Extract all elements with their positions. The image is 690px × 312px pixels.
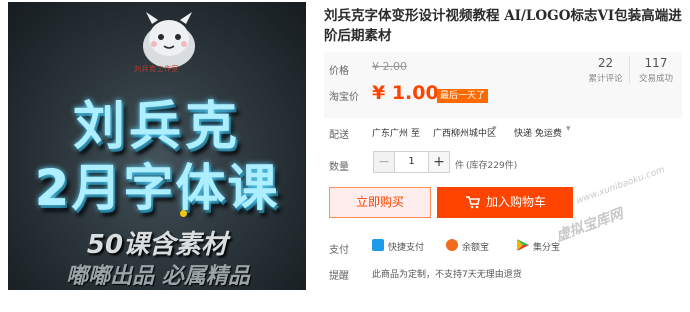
reviews-caption: 累计评论 xyxy=(588,74,623,84)
quantity-unit: 件 xyxy=(455,161,465,171)
payment-installment-label: 集分宝 xyxy=(533,243,561,253)
image-subtitle: 50课含素材 xyxy=(86,230,228,260)
jifenbao-icon xyxy=(517,239,529,251)
buy-now-button[interactable]: 立即购买 xyxy=(329,187,431,218)
product-page: 刘兵克工作室 刘兵克 2月字体课 50课含素材 嘟嘟出品 必属精品 刘兵克字体变… xyxy=(0,0,690,312)
cart-icon xyxy=(466,196,480,209)
deals-count: 117 xyxy=(644,56,668,70)
watermark-url: www.xunibaoku.com xyxy=(575,165,667,207)
payment-label: 支付 xyxy=(329,245,349,256)
quantity-increase-button[interactable]: + xyxy=(428,151,450,173)
yuebao-icon xyxy=(446,239,458,251)
quantity-input[interactable]: 1 xyxy=(395,151,428,173)
deals-caption: 交易成功 xyxy=(638,74,673,84)
promo-badge: 最后一天了 xyxy=(437,89,489,103)
stock-count: (库存229件) xyxy=(466,161,518,171)
product-title[interactable]: 刘兵克字体变形设计视频教程 AI/LOGO标志VI包装高端进阶后期素材 xyxy=(324,6,682,46)
promo-price: ¥ 1.00 xyxy=(372,82,439,104)
deals-stat: 117 交易成功 xyxy=(632,56,680,84)
image-headline-course: 2月字体课 xyxy=(34,159,280,217)
shipping-label: 配送 xyxy=(329,130,349,141)
quick-pay-icon xyxy=(372,239,384,251)
image-dot-decoration xyxy=(180,210,187,217)
shipping-method-select[interactable]: 快递 免运费 xyxy=(514,126,562,139)
promo-price-label: 淘宝价 xyxy=(329,92,359,103)
image-tagline: 嘟嘟出品 必属精品 xyxy=(66,264,250,289)
quantity-decrease-button[interactable]: − xyxy=(373,151,395,173)
image-brand-text: 刘兵克工作室 xyxy=(134,65,179,73)
reviews-count: 22 xyxy=(597,56,614,70)
reviews-stat[interactable]: 22 累计评论 xyxy=(582,56,630,84)
price-label: 价格 xyxy=(329,66,349,77)
original-price: ¥ 2.00 xyxy=(372,60,407,73)
add-to-cart-label[interactable]: 加入购物车 xyxy=(486,187,546,218)
shipping-destination-select[interactable]: 广西柳州城中区 xyxy=(433,126,496,139)
quantity-label: 数量 xyxy=(329,162,349,173)
notice-text: 此商品为定制，不支持7天无理由退货 xyxy=(372,270,522,280)
mascot-illustration xyxy=(143,12,195,68)
shipping-from: 广东广州 至 xyxy=(372,129,420,139)
chevron-down-icon[interactable]: ▾ xyxy=(492,124,497,134)
chevron-down-icon[interactable]: ▾ xyxy=(566,124,571,134)
product-main-image[interactable]: 刘兵克工作室 刘兵克 2月字体课 50课含素材 嘟嘟出品 必属精品 xyxy=(8,2,306,290)
payment-quick-label: 快捷支付 xyxy=(388,243,425,253)
notice-label: 提醒 xyxy=(329,271,349,282)
payment-yuebao-label: 余额宝 xyxy=(462,243,490,253)
price-panel: 价格 ¥ 2.00 淘宝价 ¥ 1.00 最后一天了 22 累计评论 117 交… xyxy=(324,52,682,118)
